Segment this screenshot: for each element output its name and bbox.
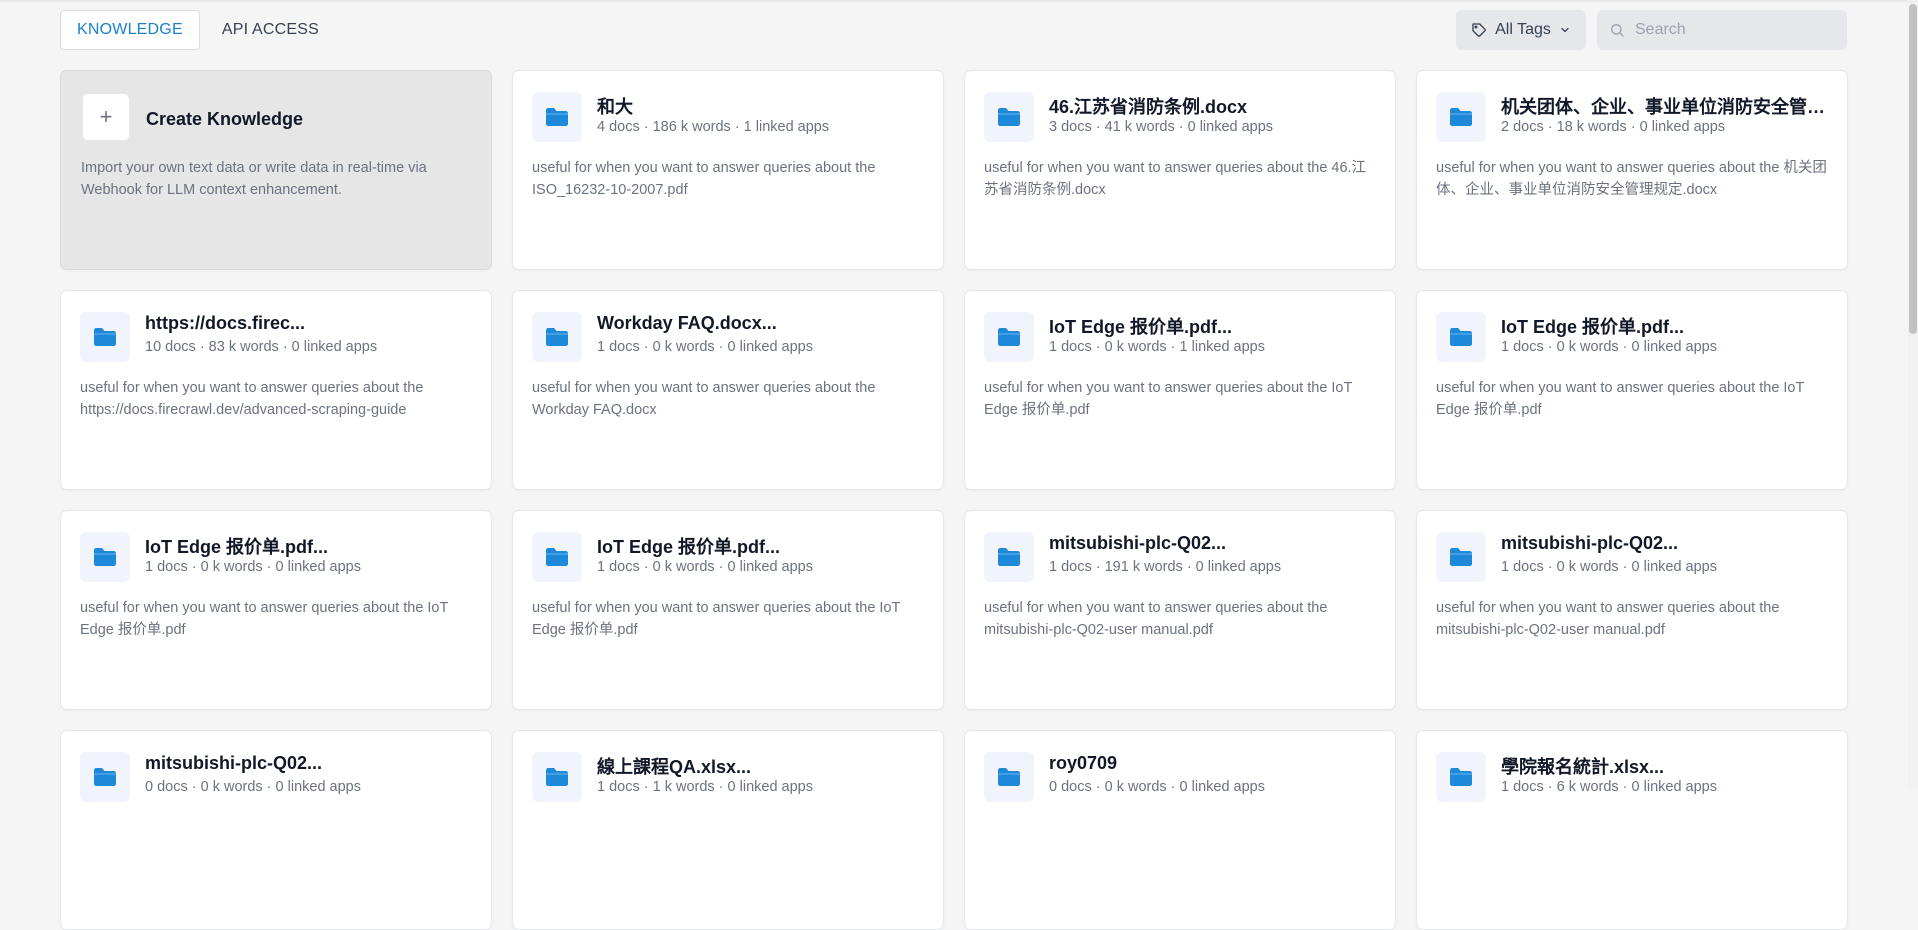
folder-icon [984,92,1034,142]
knowledge-card[interactable]: IoT Edge 报价单.pdf... 1 docs · 0 k words · … [1416,290,1848,490]
search-icon [1609,22,1625,38]
knowledge-card-description: useful for when you want to answer queri… [984,160,1367,198]
plus-icon: + [82,93,130,141]
folder-icon [80,312,130,362]
folder-icon [80,532,130,582]
knowledge-card-title: 46.江苏省消防条例.docx [1049,97,1248,117]
knowledge-card[interactable]: 和大 4 docs · 186 k words · 1 linked apps us… [512,70,944,270]
knowledge-card-meta: 1 docs · 0 k words · 0 linked apps [1501,339,1717,355]
knowledge-card-title: 机关团体、企业、事业单位消防安全管理规定.docx [1501,97,1836,117]
search-input[interactable] [1635,21,1835,39]
knowledge-card-meta: 1 docs · 0 k words · 0 linked apps [1501,559,1717,575]
all-tags-label: All Tags [1495,21,1551,38]
all-tags-dropdown[interactable]: All Tags [1456,10,1586,50]
knowledge-card-meta: 3 docs · 41 k words · 0 linked apps [1049,119,1274,135]
knowledge-card-meta: 0 docs · 0 k words · 0 linked apps [145,779,361,795]
folder-icon [1436,312,1486,362]
knowledge-card-title: roy0709 [1049,753,1118,773]
folder-icon [532,752,582,802]
knowledge-header: KNOWLEDGE API ACCESS All Tags [60,10,1847,50]
scrollbar-thumb[interactable] [1909,4,1917,334]
folder-icon [984,312,1034,362]
knowledge-card-meta: 1 docs · 0 k words · 0 linked apps [597,339,813,355]
knowledge-card-description: useful for when you want to answer queri… [1436,380,1805,418]
folder-icon [532,532,582,582]
knowledge-card-description: useful for when you want to answer queri… [80,380,424,418]
tab-api-access[interactable]: API ACCESS [205,10,336,50]
knowledge-card-meta: 1 docs · 0 k words · 0 linked apps [145,559,361,575]
knowledge-card-description: useful for when you want to answer queri… [532,160,876,198]
knowledge-card-title: Workday FAQ.docx... [597,313,777,333]
knowledge-card[interactable]: IoT Edge 报价单.pdf... 1 docs · 0 k words · … [512,510,944,710]
knowledge-card-title: IoT Edge 报价单.pdf... [1049,317,1232,337]
knowledge-card-meta: 10 docs · 83 k words · 0 linked apps [145,339,378,355]
knowledge-card[interactable]: roy0709 0 docs · 0 k words · 0 linked app… [964,730,1396,930]
knowledge-card-meta: 1 docs · 0 k words · 1 linked apps [1049,339,1265,355]
knowledge-card[interactable]: 線上課程QA.xlsx... 1 docs · 1 k words · 0 lin… [512,730,944,930]
knowledge-card[interactable]: mitsubishi-plc-Q02... 0 docs · 0 k words … [60,730,492,930]
knowledge-card[interactable]: mitsubishi-plc-Q02... 1 docs · 191 k word… [964,510,1396,710]
chevron-down-icon [1559,24,1571,36]
folder-icon [1436,752,1486,802]
folder-icon [1436,532,1486,582]
knowledge-card-description: useful for when you want to answer queri… [532,380,876,418]
knowledge-card-title: IoT Edge 报价单.pdf... [145,537,328,557]
knowledge-card[interactable]: IoT Edge 报价单.pdf... 1 docs · 0 k words · … [964,290,1396,490]
knowledge-card-title: IoT Edge 报价单.pdf... [1501,317,1684,337]
knowledge-card[interactable]: 机关团体、企业、事业单位消防安全管理规定.docx 2 docs · 18 k w… [1416,70,1848,270]
knowledge-card-description: useful for when you want to answer queri… [984,380,1353,418]
knowledge-card-meta: 1 docs · 1 k words · 0 linked apps [597,779,813,795]
folder-icon [532,92,582,142]
knowledge-card[interactable]: 46.江苏省消防条例.docx 3 docs · 41 k words · 0 l… [964,70,1396,270]
vertical-scrollbar[interactable] [1908,0,1918,788]
create-knowledge-description: Import your own text data or write data … [81,160,427,198]
knowledge-card-description: useful for when you want to answer queri… [984,600,1328,638]
knowledge-card-title: 和大 [597,97,633,117]
knowledge-card[interactable]: mitsubishi-plc-Q02... 1 docs · 0 k words … [1416,510,1848,710]
knowledge-card-title: IoT Edge 报价单.pdf... [597,537,780,557]
knowledge-card-title: 學院報名統計.xlsx... [1501,757,1665,777]
knowledge-card-title: mitsubishi-plc-Q02... [1049,533,1227,553]
knowledge-card-meta: 4 docs · 186 k words · 1 linked apps [597,119,830,135]
knowledge-card-title: mitsubishi-plc-Q02... [145,753,323,773]
tag-icon [1471,22,1487,38]
knowledge-card-meta: 1 docs · 0 k words · 0 linked apps [597,559,813,575]
knowledge-card-description: useful for when you want to answer queri… [1436,600,1780,638]
folder-icon [532,312,582,362]
knowledge-card-title: https://docs.firec... [145,313,306,333]
knowledge-card-meta: 1 docs · 6 k words · 0 linked apps [1501,779,1717,795]
top-divider [0,0,1918,2]
folder-icon [1436,92,1486,142]
knowledge-card-title: mitsubishi-plc-Q02... [1501,533,1679,553]
knowledge-card-meta: 2 docs · 18 k words · 0 linked apps [1501,119,1726,135]
knowledge-card[interactable]: 學院報名統計.xlsx... 1 docs · 6 k words · 0 lin… [1416,730,1848,930]
knowledge-card-description: useful for when you want to answer queri… [80,600,449,638]
knowledge-card-description: useful for when you want to answer queri… [1436,160,1827,198]
knowledge-card-title: 線上課程QA.xlsx... [597,757,752,777]
knowledge-card[interactable]: https://docs.firec... 10 docs · 83 k word… [60,290,492,490]
knowledge-card[interactable]: Workday FAQ.docx... 1 docs · 0 k words · … [512,290,944,490]
tab-knowledge[interactable]: KNOWLEDGE [60,10,200,50]
knowledge-card-meta: 0 docs · 0 k words · 0 linked apps [1049,779,1265,795]
search-box[interactable] [1597,10,1847,50]
folder-icon [80,752,130,802]
tab-bar: KNOWLEDGE API ACCESS [60,10,336,50]
folder-icon [984,752,1034,802]
create-knowledge-card[interactable]: + Create Knowledge Import your own text … [60,70,492,270]
folder-icon [984,532,1034,582]
knowledge-card-description: useful for when you want to answer queri… [532,600,901,638]
knowledge-card[interactable]: IoT Edge 报价单.pdf... 1 docs · 0 k words · … [60,510,492,710]
knowledge-card-meta: 1 docs · 191 k words · 0 linked apps [1049,559,1282,575]
create-knowledge-title: Create Knowledge [146,109,304,129]
